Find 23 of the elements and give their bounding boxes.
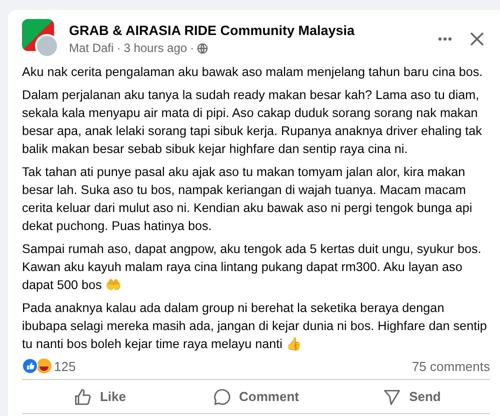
post-paragraph: Sampai rumah aso, dapat angpow, aku tengok ada 5 kertas duit ungu, syukur bos. Kawan aku kayuh malam raya cina lintang pukang dapat rm300. Aku layan aso dapat 500 bos 🤲: [22, 241, 482, 294]
more-icon[interactable]: [438, 37, 452, 41]
avatar-drawing[interactable]: [22, 19, 60, 59]
comment-button[interactable]: Comment: [178, 380, 334, 413]
post-time[interactable]: 3 hours ago: [124, 41, 188, 55]
speech-bubble-icon: [213, 388, 232, 406]
post-paragraph: Aku nak cerita pengalaman aku bawak aso malam menjelang tahun baru cina bos.: [22, 64, 484, 81]
separator: ·: [116, 41, 121, 55]
close-icon[interactable]: [470, 32, 484, 46]
send-icon: [383, 388, 402, 406]
separator: ·: [190, 41, 194, 55]
author-name[interactable]: Mat Dafi: [69, 41, 114, 55]
group-name[interactable]: GRAB & AIRASIA RIDE Community Malaysia: [69, 23, 429, 38]
send-button[interactable]: Send: [334, 380, 490, 413]
comments-count[interactable]: 75 comments: [412, 358, 490, 374]
reaction-count[interactable]: 125: [54, 358, 76, 374]
reaction-icons[interactable]: [22, 358, 52, 374]
post-paragraph: Tak tahan ati punye pasal aku ajak aso tu makan tomyam jalan alor, kira makan besar lah. Suka aso tu bos, nampak keriangan di wajah tuanya. Macam macam cerita keluar dari mulut aso ni. Kendian aku bawak aso ni pergi tengok bunga api dekat puchong. Puas hatinya bos.: [22, 164, 474, 235]
post-paragraph: Pada anaknya kalau ada dalam group ni berehat la seketika beraya dengan ibubapa selagi mereka masih ada, jangan di kejar dunia ni bos. Highfare dan sentip tu nanti bos boleh kejar time raya melayu nanti 👍: [22, 300, 488, 353]
post-paragraph: Dalam perjalanan aku tanya la sudah ready makan besar kah? Lama aso tu diam, sekala kala menyapu air mata di pipi. Aso cakap duduk sorang sorang nak makan besar apa, anak lelaki sorang tapi sibuk kerja. Rupanya anaknya driver ehaling tak balik makan besar sebab sibuk kejar highfare dan sentip raya cina ni.: [22, 87, 483, 158]
like-button[interactable]: Like: [22, 380, 178, 413]
thumbs-up-icon: [74, 388, 92, 406]
globe-icon[interactable]: [197, 42, 208, 54]
